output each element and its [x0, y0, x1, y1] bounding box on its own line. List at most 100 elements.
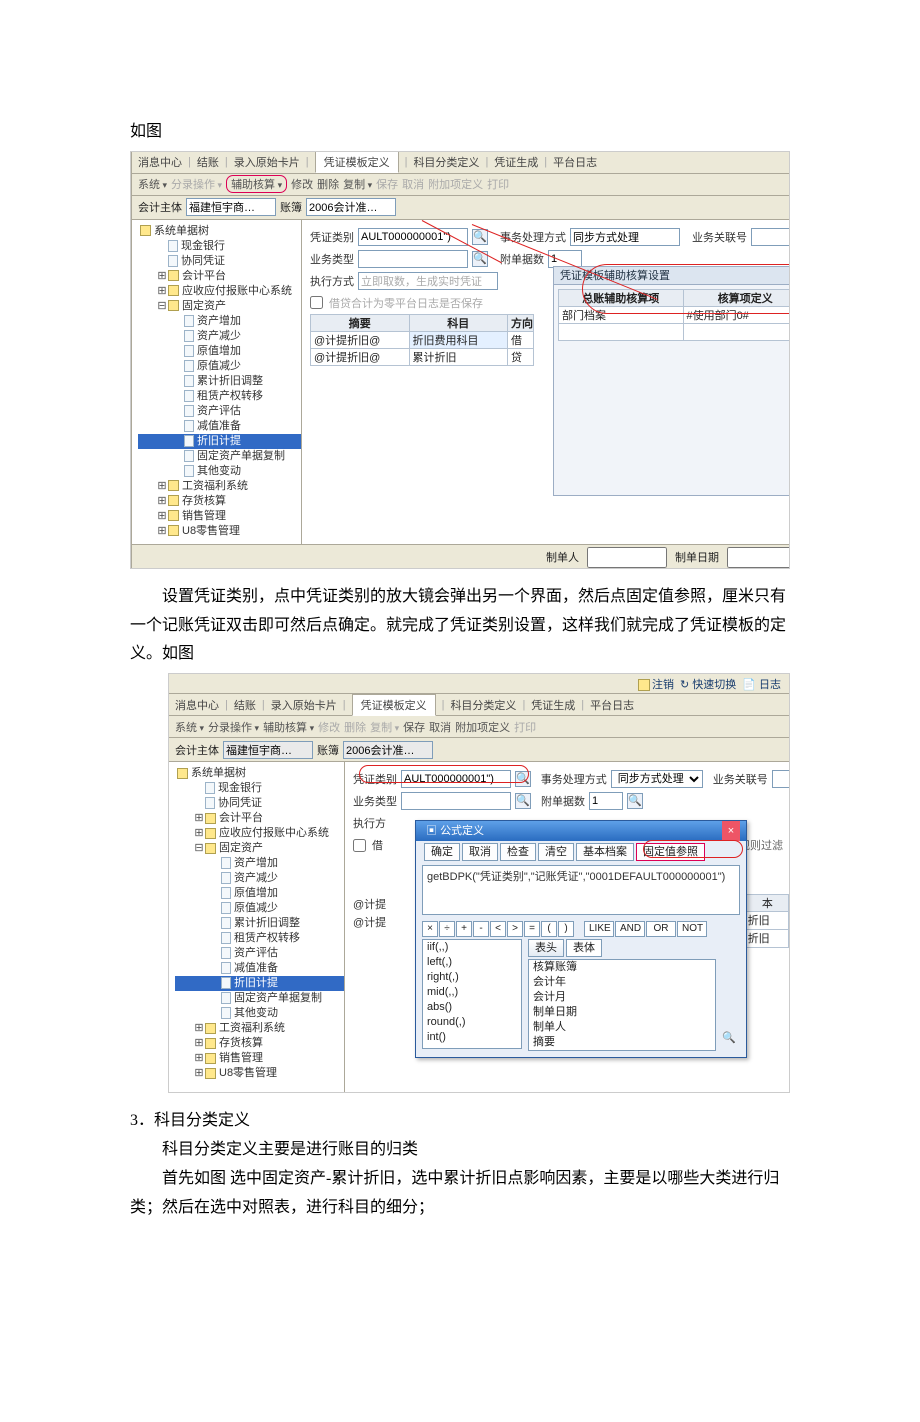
logout-link[interactable]: 注销	[638, 676, 674, 692]
tree-node[interactable]: 租赁产权转移	[138, 389, 301, 404]
tree-node[interactable]: ⊞会计平台	[175, 811, 344, 826]
op-btn[interactable]: )	[558, 921, 574, 937]
list-item[interactable]: 会计月	[529, 990, 715, 1005]
search-icon[interactable]: 🔍	[472, 251, 488, 267]
tree-node[interactable]: 现金银行	[138, 239, 301, 254]
tb-save[interactable]: 保存	[403, 719, 425, 735]
tree-node[interactable]: 资产减少	[138, 329, 301, 344]
tree-node[interactable]: 资产增加	[175, 856, 344, 871]
link-value[interactable]	[772, 770, 789, 788]
proc-value[interactable]	[570, 228, 680, 246]
tab[interactable]: 平台日志	[553, 154, 597, 170]
mdate-value[interactable]	[727, 547, 790, 568]
tab[interactable]: 消息中心	[138, 154, 182, 170]
op-btn[interactable]: NOT	[677, 921, 707, 937]
list-item[interactable]: int()	[423, 1030, 521, 1045]
tab[interactable]: 平台日志	[590, 697, 634, 713]
tb-sys[interactable]: 系统	[175, 719, 204, 735]
tree-node[interactable]: 资产评估	[175, 946, 344, 961]
search-icon[interactable]: 🔍	[722, 1031, 740, 1044]
tab[interactable]: 录入原始卡片	[234, 154, 300, 170]
tab-body[interactable]: 表体	[566, 939, 602, 957]
tree-node[interactable]: ⊞销售管理	[138, 509, 301, 524]
tree-node[interactable]: 原值增加	[175, 886, 344, 901]
biz-value[interactable]	[401, 792, 511, 810]
vt-value[interactable]	[358, 228, 468, 246]
tab[interactable]: 科目分类定义	[450, 697, 516, 713]
link-value[interactable]	[751, 228, 790, 246]
tree-node[interactable]: ⊞工资福利系统	[175, 1021, 344, 1036]
search-icon[interactable]: 🔍	[515, 771, 531, 787]
list-item[interactable]: iif(,,)	[423, 940, 521, 955]
field-list[interactable]: 核算账簿会计年会计月制单日期制单人摘要	[528, 959, 716, 1051]
tab[interactable]: 凭证生成	[494, 154, 538, 170]
tab[interactable]: 消息中心	[175, 697, 219, 713]
op-btn[interactable]: AND	[615, 921, 645, 937]
tree-node[interactable]: ⊞应收应付报账中心系统	[175, 826, 344, 841]
formula-text[interactable]: getBDPK("凭证类别","记账凭证","0001DEFAULT000000…	[422, 865, 740, 915]
tb-cancel[interactable]: 取消	[429, 719, 451, 735]
tree-node[interactable]: ⊟固定资产	[175, 841, 344, 856]
proc-value[interactable]: 同步方式处理	[611, 770, 703, 788]
tree-node[interactable]: ⊞会计平台	[138, 269, 301, 284]
tree-node[interactable]: 减值准备	[175, 961, 344, 976]
op-btn[interactable]: =	[524, 921, 540, 937]
tree-node[interactable]: 固定资产单据复制	[175, 991, 344, 1006]
tree-node[interactable]: ⊞存货核算	[138, 494, 301, 509]
tb-aux[interactable]: 辅助核算	[226, 175, 287, 193]
formula-btn[interactable]: 清空	[538, 843, 574, 861]
op-btn[interactable]: -	[473, 921, 489, 937]
list-item[interactable]: round(,)	[423, 1015, 521, 1030]
tb-cpy[interactable]: 复制	[343, 176, 372, 192]
tab[interactable]: 凭证模板定义	[352, 694, 436, 716]
tree-node[interactable]: 原值减少	[138, 359, 301, 374]
tb-extra[interactable]: 附加项定义	[455, 719, 510, 735]
tree-node[interactable]: 减值准备	[138, 419, 301, 434]
func-list[interactable]: iif(,,)left(,)right(,)mid(,,)abs()round(…	[422, 939, 522, 1049]
list-item[interactable]: abs()	[423, 1000, 521, 1015]
op-btn[interactable]: OR	[646, 921, 676, 937]
tree-node[interactable]: 原值减少	[175, 901, 344, 916]
tree-node[interactable]: 资产减少	[175, 871, 344, 886]
tree-node[interactable]: 资产评估	[138, 404, 301, 419]
tree-node[interactable]: ⊞工资福利系统	[138, 479, 301, 494]
tree-node[interactable]: 折旧计提	[175, 976, 344, 991]
tree-node[interactable]: 原值增加	[138, 344, 301, 359]
op-btn[interactable]: >	[507, 921, 523, 937]
op-btn[interactable]: (	[541, 921, 557, 937]
tree-node[interactable]: 现金银行	[175, 781, 344, 796]
tree-node[interactable]: 累计折旧调整	[175, 916, 344, 931]
list-item[interactable]: left(,)	[423, 955, 521, 970]
close-icon[interactable]: ×	[722, 821, 740, 841]
tree-node[interactable]: 其他变动	[138, 464, 301, 479]
list-item[interactable]: 摘要	[529, 1035, 715, 1050]
search-icon[interactable]: 🔍	[472, 229, 488, 245]
biz-value[interactable]	[358, 250, 468, 268]
formula-btn[interactable]: 检查	[500, 843, 536, 861]
list-item[interactable]: 核算账簿	[529, 960, 715, 975]
tb-aux[interactable]: 辅助核算	[263, 719, 314, 735]
tab-head[interactable]: 表头	[528, 939, 564, 957]
att-value[interactable]	[589, 792, 623, 810]
tree-node[interactable]: ⊟固定资产	[138, 299, 301, 314]
op-btn[interactable]: <	[490, 921, 506, 937]
op-btn[interactable]: ×	[422, 921, 438, 937]
tab[interactable]: 凭证模板定义	[315, 151, 399, 173]
list-item[interactable]: mid(,,)	[423, 985, 521, 1000]
tab[interactable]: 结账	[197, 154, 219, 170]
tree-node[interactable]: 折旧计提	[138, 434, 301, 449]
book-value[interactable]	[306, 198, 396, 216]
chk-save[interactable]	[310, 296, 323, 309]
op-btn[interactable]: +	[456, 921, 472, 937]
tab[interactable]: 录入原始卡片	[271, 697, 337, 713]
tb-op[interactable]: 分录操作	[208, 719, 259, 735]
tree-node[interactable]: ⊞U8零售管理	[138, 524, 301, 539]
formula-btn[interactable]: 取消	[462, 843, 498, 861]
vt-value[interactable]	[401, 770, 511, 788]
chk[interactable]	[353, 839, 366, 852]
op-btn[interactable]: LIKE	[584, 921, 614, 937]
tb-del[interactable]: 删除	[317, 176, 339, 192]
tab[interactable]: 结账	[234, 697, 256, 713]
formula-btn[interactable]: 确定	[424, 843, 460, 861]
list-item[interactable]: 制单人	[529, 1020, 715, 1035]
